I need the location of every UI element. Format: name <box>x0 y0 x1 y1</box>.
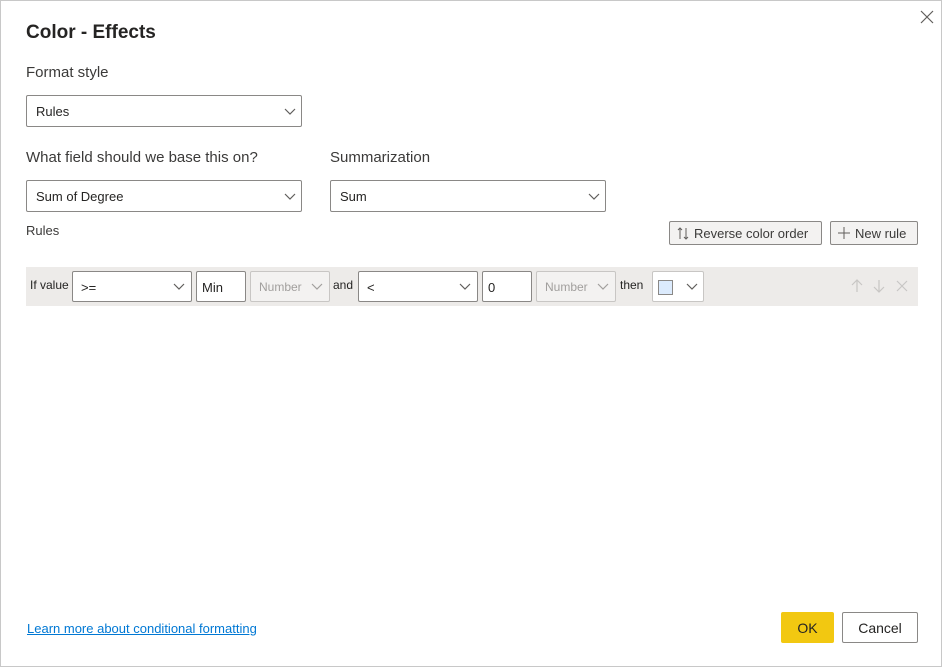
chevron-down-icon <box>311 283 323 290</box>
sort-arrows-icon <box>677 226 689 240</box>
if-value-label: If value <box>30 278 69 292</box>
summarization-value: Sum <box>340 189 367 204</box>
operator2-value: < <box>367 280 375 295</box>
cancel-button[interactable]: Cancel <box>842 612 918 643</box>
delete-rule-icon[interactable] <box>895 279 909 293</box>
format-style-dropdown[interactable]: Rules <box>26 95 302 127</box>
operator1-value: >= <box>81 280 97 295</box>
value2-text: 0 <box>488 280 496 295</box>
then-label: then <box>620 278 644 292</box>
rules-label: Rules <box>26 223 60 238</box>
chevron-down-icon <box>459 283 471 290</box>
field-dropdown[interactable]: Sum of Degree <box>26 180 302 212</box>
operator1-dropdown[interactable]: >= <box>72 271 192 302</box>
field-label: What field should we base this on? <box>26 149 258 166</box>
summarization-label: Summarization <box>330 149 431 166</box>
field-value: Sum of Degree <box>36 189 124 204</box>
reverse-color-order-label: Reverse color order <box>694 225 809 241</box>
learn-more-link[interactable]: Learn more about conditional formatting <box>27 621 257 636</box>
format-style-label: Format style <box>26 64 109 81</box>
operator2-dropdown[interactable]: < <box>358 271 478 302</box>
chevron-down-icon <box>284 108 296 115</box>
value1-text: Min <box>202 280 223 295</box>
close-icon[interactable] <box>918 8 936 26</box>
type1-value: Number <box>259 280 302 294</box>
chevron-down-icon <box>284 193 296 200</box>
type2-dropdown[interactable]: Number <box>536 271 616 302</box>
chevron-down-icon <box>588 193 600 200</box>
move-down-icon[interactable] <box>872 279 886 293</box>
type2-value: Number <box>545 280 588 294</box>
chevron-down-icon <box>686 283 698 290</box>
reverse-color-order-button[interactable]: Reverse color order <box>669 221 822 245</box>
ok-button[interactable]: OK <box>781 612 834 643</box>
chevron-down-icon <box>597 283 609 290</box>
rule-row: If value >= Min Number and < 0 Number th… <box>26 267 918 306</box>
summarization-dropdown[interactable]: Sum <box>330 180 606 212</box>
value1-input[interactable]: Min <box>196 271 246 302</box>
move-up-icon[interactable] <box>850 279 864 293</box>
new-rule-label: New rule <box>855 225 907 241</box>
type1-dropdown[interactable]: Number <box>250 271 330 302</box>
and-label: and <box>333 278 354 292</box>
dialog-title: Color - Effects <box>26 22 156 43</box>
chevron-down-icon <box>173 283 185 290</box>
plus-icon <box>838 227 850 239</box>
color-picker-dropdown[interactable] <box>652 271 704 302</box>
conditional-formatting-dialog: Color - Effects Format style Rules What … <box>0 0 942 667</box>
new-rule-button[interactable]: New rule <box>830 221 918 245</box>
color-swatch <box>658 280 673 295</box>
value2-input[interactable]: 0 <box>482 271 532 302</box>
format-style-value: Rules <box>36 104 70 119</box>
